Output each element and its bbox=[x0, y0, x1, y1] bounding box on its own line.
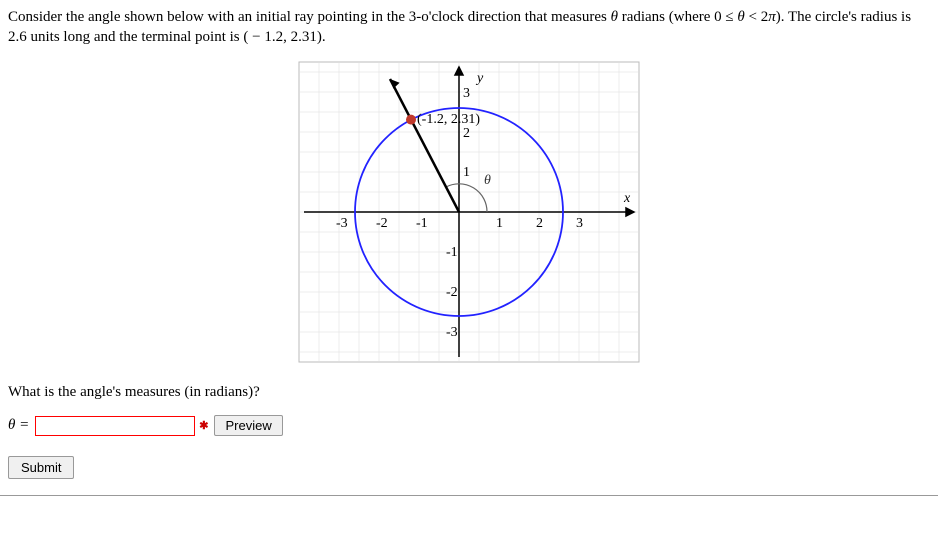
theta-symbol: θ bbox=[611, 9, 618, 25]
terminal-point-label: (-1.2, 2.31) bbox=[417, 112, 480, 127]
terminal-point bbox=[406, 115, 416, 125]
angle-graph: -3 -2 -1 1 2 3 3 2 1 -1 -2 -3 x y θ bbox=[269, 57, 669, 367]
theta-symbol-2: θ bbox=[737, 9, 744, 25]
y-tick-neg3: -3 bbox=[446, 325, 458, 340]
theta-equals-label: θ = bbox=[8, 417, 29, 434]
x-tick-neg2: -2 bbox=[376, 216, 388, 231]
x-tick-neg1: -1 bbox=[416, 216, 428, 231]
problem-statement: Consider the angle shown below with an i… bbox=[8, 8, 930, 47]
y-tick-1: 1 bbox=[463, 165, 470, 180]
graph-container: -3 -2 -1 1 2 3 3 2 1 -1 -2 -3 x y θ bbox=[8, 57, 930, 372]
x-tick-2: 2 bbox=[536, 216, 543, 231]
y-tick-3: 3 bbox=[463, 86, 470, 101]
x-tick-neg3: -3 bbox=[336, 216, 348, 231]
submit-button[interactable]: Submit bbox=[8, 456, 74, 479]
axes bbox=[304, 67, 634, 357]
required-marker-icon: ✱ bbox=[199, 419, 208, 432]
problem-text-3: < 2 bbox=[745, 9, 768, 25]
y-axis-label: y bbox=[475, 71, 484, 86]
problem-text-2: radians (where 0 ≤ bbox=[618, 9, 737, 25]
answer-input[interactable] bbox=[35, 416, 195, 436]
x-axis-label: x bbox=[623, 191, 631, 206]
problem-text-1: Consider the angle shown below with an i… bbox=[8, 9, 611, 25]
theta-label: θ bbox=[484, 173, 491, 188]
y-tick-2: 2 bbox=[463, 126, 470, 141]
preview-button[interactable]: Preview bbox=[214, 415, 282, 436]
x-tick-1: 1 bbox=[496, 216, 503, 231]
question-text: What is the angle's measures (in radians… bbox=[8, 384, 930, 401]
y-tick-neg2: -2 bbox=[446, 285, 458, 300]
pi-symbol: π bbox=[768, 9, 776, 25]
answer-input-row: θ = ✱ Preview bbox=[8, 415, 930, 436]
y-tick-neg1: -1 bbox=[446, 245, 458, 260]
submit-row: Submit bbox=[8, 456, 930, 487]
x-tick-3: 3 bbox=[576, 216, 583, 231]
